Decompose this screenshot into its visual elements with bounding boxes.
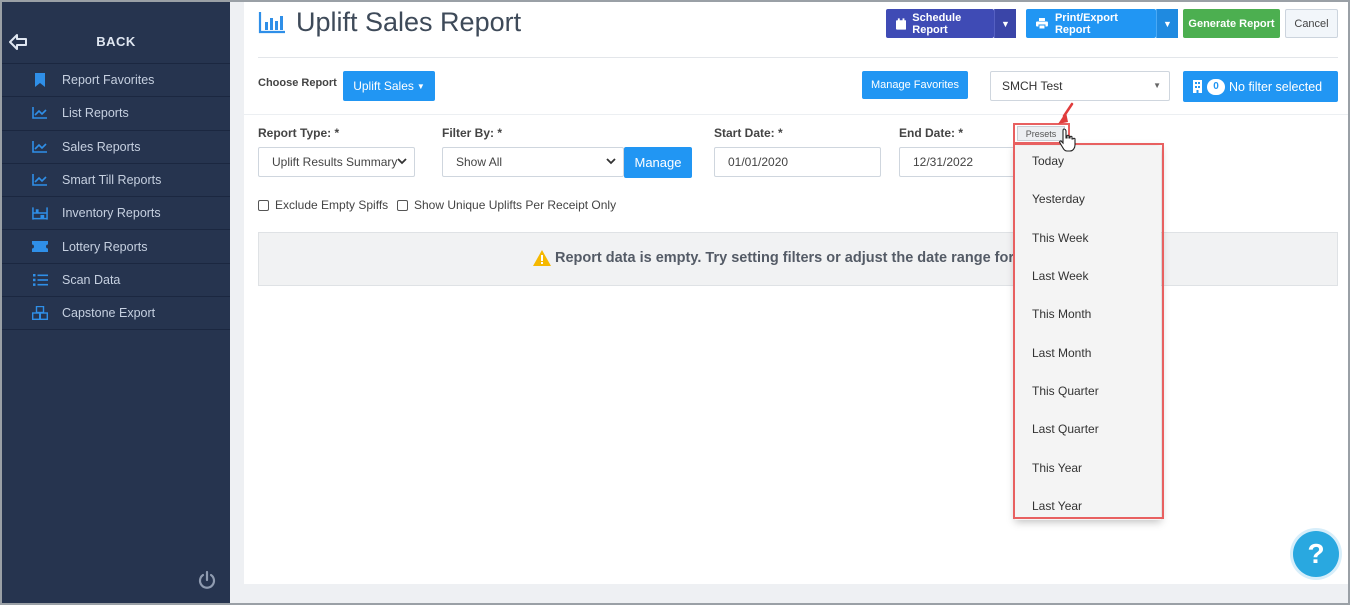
list-icon xyxy=(32,273,48,287)
report-panel: Uplift Sales Report Schedule Report ▼ Pr… xyxy=(244,2,1348,584)
print-export-dropdown[interactable]: ▼ xyxy=(1156,9,1178,38)
back-button[interactable]: BACK xyxy=(2,2,230,64)
back-arrow-icon xyxy=(9,34,27,50)
filter-button[interactable]: 0 No filter selected xyxy=(1183,71,1338,102)
chevron-down-icon xyxy=(397,158,407,165)
report-type-value: Uplift Results Summary xyxy=(272,155,398,169)
schedule-report-label: Schedule Report xyxy=(912,11,962,36)
bookmark-icon xyxy=(32,73,48,88)
page-title: Uplift Sales Report xyxy=(296,7,522,37)
divider xyxy=(244,114,1348,115)
chevron-down-icon xyxy=(606,158,616,165)
empty-report-message: Report data is empty. Try setting filter… xyxy=(555,250,1024,266)
filter-by-select[interactable]: Show All xyxy=(442,147,624,177)
caret-down-icon: ▼ xyxy=(1163,18,1172,29)
power-icon[interactable] xyxy=(197,570,217,590)
caret-down-icon: ▼ xyxy=(416,81,425,91)
empty-report-alert: Report data is empty. Try setting filter… xyxy=(258,232,1338,286)
start-date-value: 01/01/2020 xyxy=(728,155,789,169)
manage-favorites-button[interactable]: Manage Favorites xyxy=(862,71,968,99)
schedule-report-button[interactable]: Schedule Report xyxy=(886,9,994,38)
presets-menu-highlight xyxy=(1013,143,1164,519)
sidebar-item-inventory-reports[interactable]: Inventory Reports xyxy=(2,197,230,231)
caret-down-icon: ▼ xyxy=(1001,18,1010,29)
cancel-button[interactable]: Cancel xyxy=(1285,9,1338,38)
sidebar-item-capstone-export[interactable]: Capstone Export xyxy=(2,297,230,331)
sidebar-item-label: Sales Reports xyxy=(62,139,141,154)
printer-icon xyxy=(1036,18,1048,29)
store-select-value: SMCH Test xyxy=(1002,79,1063,93)
end-date-label: End Date: * xyxy=(899,126,964,140)
choose-report-label: Choose Report xyxy=(258,77,337,89)
sidebar-item-sales-reports[interactable]: Sales Reports xyxy=(2,131,230,164)
sidebar-item-list-reports[interactable]: List Reports xyxy=(2,97,230,131)
filter-by-value: Show All xyxy=(456,155,503,169)
caret-down-icon: ▼ xyxy=(1153,81,1161,90)
checkbox-box[interactable] xyxy=(397,199,408,211)
hand-cursor-icon xyxy=(1059,128,1076,152)
sidebar-item-report-favorites[interactable]: Report Favorites xyxy=(2,64,230,98)
checkbox-box[interactable] xyxy=(258,199,269,211)
print-export-label: Print/Export Report xyxy=(1054,11,1118,36)
report-type-label: Report Type: * xyxy=(258,126,340,140)
line-chart-icon xyxy=(32,106,48,120)
generate-report-button[interactable]: Generate Report xyxy=(1183,9,1280,38)
choose-report-dropdown[interactable]: Uplift Sales ▼ xyxy=(343,71,435,101)
filter-count-badge: 0 xyxy=(1207,78,1225,95)
sidebar-item-scan-data[interactable]: Scan Data xyxy=(2,264,230,298)
exclude-empty-spiffs-label: Exclude Empty Spiffs xyxy=(275,198,389,212)
back-label: BACK xyxy=(96,34,136,49)
bar-chart-icon xyxy=(258,12,285,34)
annotation-arrow-icon xyxy=(1058,102,1074,124)
line-chart-icon xyxy=(32,173,48,187)
exclude-empty-spiffs-checkbox[interactable]: Exclude Empty Spiffs xyxy=(258,198,388,212)
ticket-icon xyxy=(32,240,48,254)
building-icon xyxy=(1193,80,1202,93)
start-date-label: Start Date: * xyxy=(714,126,783,140)
sidebar-item-label: Smart Till Reports xyxy=(62,173,162,188)
filter-by-label: Filter By: * xyxy=(442,126,503,140)
boxes-icon xyxy=(32,306,48,321)
line-chart-icon xyxy=(32,140,48,154)
help-button[interactable]: ? xyxy=(1293,531,1339,577)
divider xyxy=(258,57,1338,58)
sidebar-item-smart-till-reports[interactable]: Smart Till Reports xyxy=(2,164,230,198)
print-export-button[interactable]: Print/Export Report xyxy=(1026,9,1156,38)
sidebar-item-label: Lottery Reports xyxy=(62,239,148,254)
end-date-value: 12/31/2022 xyxy=(913,155,974,169)
choose-report-value: Uplift Sales xyxy=(353,79,414,93)
manage-button[interactable]: Manage xyxy=(624,147,692,178)
end-date-input[interactable]: 12/31/2022 xyxy=(899,147,1019,177)
report-type-select[interactable]: Uplift Results Summary xyxy=(258,147,415,177)
sidebar-item-label: Capstone Export xyxy=(62,306,156,321)
filter-label: No filter selected xyxy=(1229,79,1323,94)
inventory-icon xyxy=(32,206,48,220)
sidebar-item-lottery-reports[interactable]: Lottery Reports xyxy=(2,230,230,264)
unique-uplifts-checkbox[interactable]: Show Unique Uplifts Per Receipt Only xyxy=(397,198,616,212)
sidebar-item-label: List Reports xyxy=(62,106,129,121)
sidebar-item-label: Scan Data xyxy=(62,272,121,287)
sidebar-item-label: Inventory Reports xyxy=(62,206,161,221)
unique-uplifts-label: Show Unique Uplifts Per Receipt Only xyxy=(414,198,617,212)
calendar-icon xyxy=(896,17,907,30)
warning-icon xyxy=(533,250,551,266)
sidebar: BACK Report Favorites List Reports Sales… xyxy=(2,2,230,603)
store-select[interactable]: SMCH Test ▼ xyxy=(990,71,1170,101)
sidebar-item-label: Report Favorites xyxy=(62,73,155,88)
schedule-report-dropdown[interactable]: ▼ xyxy=(994,9,1016,38)
start-date-input[interactable]: 01/01/2020 xyxy=(714,147,881,177)
